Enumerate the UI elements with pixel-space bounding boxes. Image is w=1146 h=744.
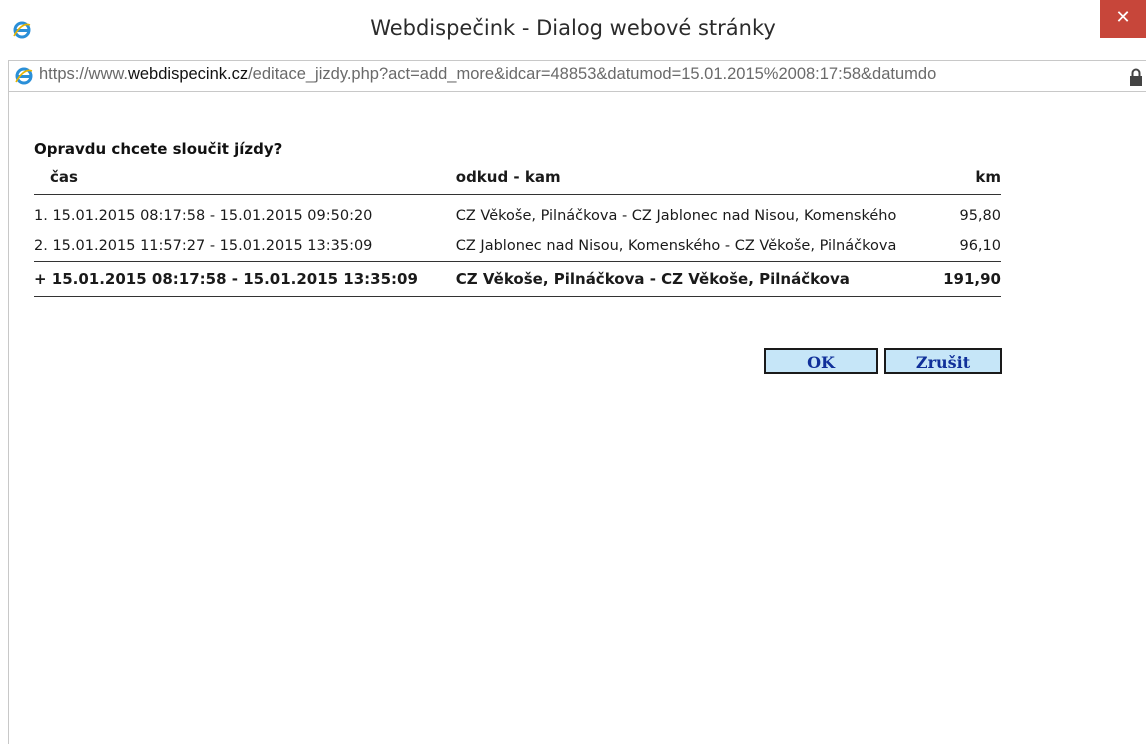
trip-time-value: 15.01.2015 11:57:27 - 15.01.2015 13:35:0… (52, 238, 373, 254)
ie-page-icon (15, 67, 33, 85)
row-number: 1. (34, 208, 48, 224)
trip-route: CZ Věkoše, Pilnáčkova - CZ Jablonec nad … (455, 208, 897, 224)
merge-dialog: Opravdu chcete sloučit jízdy? čas odkud … (34, 140, 1004, 297)
dialog-question: Opravdu chcete sloučit jízdy? (34, 140, 283, 158)
title-bar: Webdispečink - Dialog webové stránky ✕ (0, 0, 1146, 60)
close-button[interactable]: ✕ (1100, 0, 1146, 38)
dialog-buttons: OK Zrušit (764, 348, 1002, 374)
trip-time: 2. 15.01.2015 11:57:27 - 15.01.2015 13:3… (34, 231, 456, 262)
table-header-row: čas odkud - kam km (34, 166, 1001, 195)
cancel-button[interactable]: Zrušit (884, 348, 1002, 374)
trip-time: 1. 15.01.2015 08:17:58 - 15.01.2015 09:5… (34, 195, 456, 232)
window-title: Webdispečink - Dialog webové stránky (370, 16, 776, 40)
total-time: + 15.01.2015 08:17:58 - 15.01.2015 13:35… (34, 270, 418, 288)
table-row: 2. 15.01.2015 11:57:27 - 15.01.2015 13:3… (34, 231, 1001, 262)
total-route: CZ Věkoše, Pilnáčkova - CZ Věkoše, Pilná… (455, 270, 850, 288)
close-icon: ✕ (1115, 7, 1131, 28)
trip-time-value: 15.01.2015 08:17:58 - 15.01.2015 09:50:2… (52, 208, 373, 224)
trip-km: 95,80 (959, 208, 1001, 224)
total-km: 191,90 (943, 270, 1001, 288)
row-number: 2. (34, 238, 48, 254)
trips-table: čas odkud - kam km 1. 15.01.2015 08:17:5… (34, 166, 1001, 297)
total-row: + 15.01.2015 08:17:58 - 15.01.2015 13:35… (34, 261, 1001, 297)
url-host: webdispecink.cz (127, 65, 249, 83)
window-border (8, 91, 9, 744)
url-path: /editace_jizdy.php?act=add_more&idcar=48… (248, 65, 937, 83)
url-text: https://www.webdispecink.cz/editace_jizd… (39, 65, 936, 84)
column-header-km: km (975, 168, 1001, 186)
column-header-route: odkud - kam (455, 168, 561, 186)
lock-icon (1125, 66, 1146, 88)
trip-route: CZ Jablonec nad Nisou, Komenského - CZ V… (455, 238, 897, 254)
table-row: 1. 15.01.2015 08:17:58 - 15.01.2015 09:5… (34, 195, 1001, 232)
column-header-time: čas (50, 168, 78, 186)
ok-button[interactable]: OK (764, 348, 878, 374)
url-scheme: https://www. (39, 65, 128, 83)
address-bar[interactable]: https://www.webdispecink.cz/editace_jizd… (8, 60, 1146, 92)
trip-km: 96,10 (959, 238, 1001, 254)
